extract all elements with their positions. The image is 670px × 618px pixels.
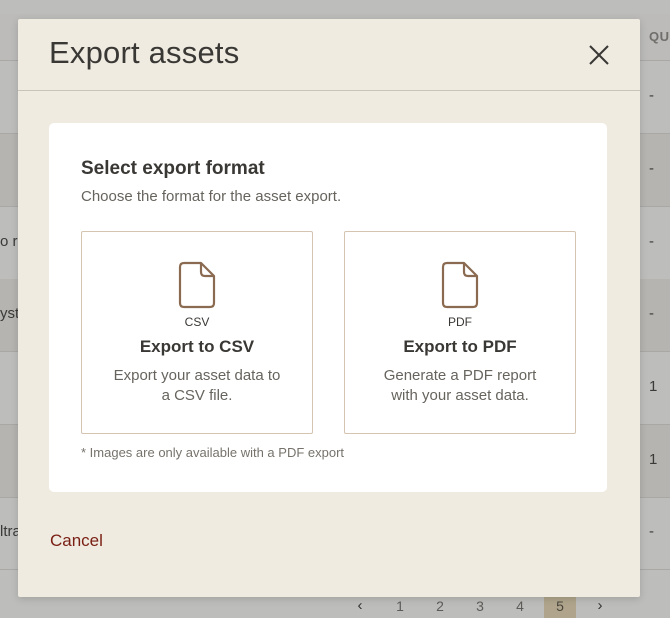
page-button-2[interactable]: 2 bbox=[420, 594, 460, 618]
page-button-5-current[interactable]: 5 bbox=[544, 594, 576, 618]
file-extension-label: CSV bbox=[184, 315, 210, 329]
file-extension-label: PDF bbox=[448, 315, 472, 329]
close-icon bbox=[589, 45, 609, 65]
modal-title: Export assets bbox=[49, 35, 240, 70]
pdf-images-footnote: * Images are only available with a PDF e… bbox=[81, 445, 345, 460]
row-quantity: - bbox=[649, 305, 654, 322]
option-description: Export your asset data to a CSV file. bbox=[113, 367, 281, 404]
document-icon bbox=[178, 261, 216, 309]
pagination: ‹ 1 2 3 4 5 › bbox=[340, 594, 620, 618]
modal-header: Export assets bbox=[18, 19, 640, 91]
row-quantity: - bbox=[649, 523, 654, 540]
row-quantity: 1 bbox=[649, 451, 658, 468]
option-description: Generate a PDF report with your asset da… bbox=[383, 367, 537, 404]
option-title: Export to CSV bbox=[139, 337, 255, 356]
card-heading: Select export format bbox=[81, 158, 265, 179]
document-icon bbox=[441, 261, 479, 309]
chevron-right-icon[interactable]: › bbox=[580, 594, 620, 618]
row-quantity: - bbox=[649, 87, 654, 104]
export-csv-option[interactable]: CSV Export to CSV Export your asset data… bbox=[81, 231, 313, 434]
export-format-card: Select export format Choose the format f… bbox=[49, 123, 607, 492]
row-quantity: - bbox=[649, 160, 654, 177]
option-title: Export to PDF bbox=[403, 337, 517, 356]
chevron-left-icon[interactable]: ‹ bbox=[340, 594, 380, 618]
page-button-4[interactable]: 4 bbox=[500, 594, 540, 618]
row-cell: yst bbox=[0, 305, 20, 322]
export-pdf-option[interactable]: PDF Export to PDF Generate a PDF report … bbox=[344, 231, 576, 434]
page-button-3[interactable]: 3 bbox=[460, 594, 500, 618]
row-quantity: 1 bbox=[649, 378, 658, 395]
close-button[interactable] bbox=[586, 42, 612, 68]
cancel-button[interactable]: Cancel bbox=[50, 531, 103, 551]
card-subheading: Choose the format for the asset export. bbox=[81, 188, 342, 205]
table-header-label: QU bbox=[649, 29, 670, 44]
page-button-1[interactable]: 1 bbox=[380, 594, 420, 618]
export-assets-modal: Export assets Select export format Choos… bbox=[18, 19, 640, 597]
row-quantity: - bbox=[649, 233, 654, 250]
